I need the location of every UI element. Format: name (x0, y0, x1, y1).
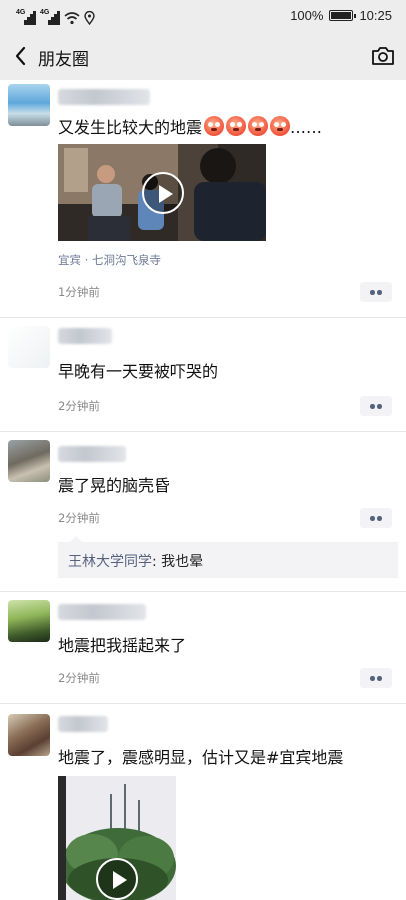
moment-post: 地震了，震感明显，估计又是#宜宾地震 (0, 704, 406, 900)
username-blurred[interactable] (58, 446, 126, 462)
avatar[interactable] (8, 84, 50, 126)
username-blurred[interactable] (58, 328, 112, 344)
flushed-emoji-icon (248, 116, 269, 136)
flushed-emoji-icon (204, 116, 225, 136)
video-thumbnail[interactable] (58, 144, 266, 241)
more-actions-button[interactable] (360, 282, 392, 302)
moment-post: 震了晃的脑壳昏 2分钟前 王林大学同学: 我也晕 (0, 432, 406, 592)
camera-icon[interactable] (370, 44, 396, 68)
status-left: 4G 4G (16, 7, 95, 25)
moment-post: 地震把我摇起来了 2分钟前 (0, 592, 406, 704)
network-type-label: 4G (16, 9, 26, 16)
post-time: 2分钟前 (58, 399, 100, 413)
location-icon (84, 11, 95, 25)
moment-post: 早晚有一天要被吓哭的 2分钟前 (0, 318, 406, 432)
username-blurred[interactable] (58, 89, 150, 105)
post-text: 早晚有一天要被吓哭的 (58, 362, 219, 381)
avatar[interactable] (8, 440, 50, 482)
avatar[interactable] (8, 326, 50, 368)
signal-icon: 4G (16, 9, 36, 25)
location-link[interactable]: 宜宾 · 七洞沟飞泉寺 (58, 252, 161, 268)
comment-text: : 我也晕 (152, 554, 204, 570)
post-text: 震了晃的脑壳昏 (58, 476, 171, 495)
post-text: 又发生比较大的地震 …… (58, 114, 322, 138)
post-text-content: 又发生比较大的地震 (58, 118, 203, 137)
username-blurred[interactable] (58, 604, 146, 620)
flushed-emoji-icon (270, 116, 291, 136)
network-type-label: 4G (40, 9, 50, 16)
moments-feed[interactable]: 又发生比较大的地震 …… 宜宾 · 七洞沟飞泉寺 1分钟前 早晚有一天要被吓哭的 … (0, 80, 406, 900)
flushed-emoji-icon (226, 116, 247, 136)
video-thumbnail[interactable] (58, 776, 176, 900)
page-title: 朋友圈 (38, 50, 89, 70)
moment-post: 又发生比较大的地震 …… 宜宾 · 七洞沟飞泉寺 1分钟前 (0, 80, 406, 318)
post-time: 2分钟前 (58, 511, 100, 525)
avatar[interactable] (8, 714, 50, 756)
back-icon[interactable] (8, 42, 36, 70)
comment: 王林大学同学: 我也晕 (68, 551, 203, 571)
nav-bar: 朋友圈 (0, 32, 406, 80)
more-actions-button[interactable] (360, 668, 392, 688)
play-icon[interactable] (142, 172, 184, 214)
avatar[interactable] (8, 600, 50, 642)
wifi-icon (64, 12, 80, 25)
post-text-ellipsis: …… (290, 118, 323, 137)
post-time: 1分钟前 (58, 285, 100, 299)
battery-icon (329, 10, 357, 21)
play-icon[interactable] (96, 858, 138, 900)
more-actions-button[interactable] (360, 396, 392, 416)
post-time: 2分钟前 (58, 671, 100, 685)
post-text: 地震了，震感明显，估计又是#宜宾地震 (58, 748, 344, 767)
post-text: 地震把我摇起来了 (58, 636, 187, 655)
comment-box: 王林大学同学: 我也晕 (58, 536, 398, 578)
battery-percent: 100% (290, 8, 324, 23)
status-right: 100% 10:25 (290, 8, 392, 23)
clock: 10:25 (359, 8, 392, 23)
comment-author[interactable]: 王林大学同学 (68, 554, 152, 570)
more-actions-button[interactable] (360, 508, 392, 528)
signal-icon: 4G (40, 9, 60, 25)
username-blurred[interactable] (58, 716, 108, 732)
status-bar: 4G 4G 100% 10:25 (0, 0, 406, 32)
